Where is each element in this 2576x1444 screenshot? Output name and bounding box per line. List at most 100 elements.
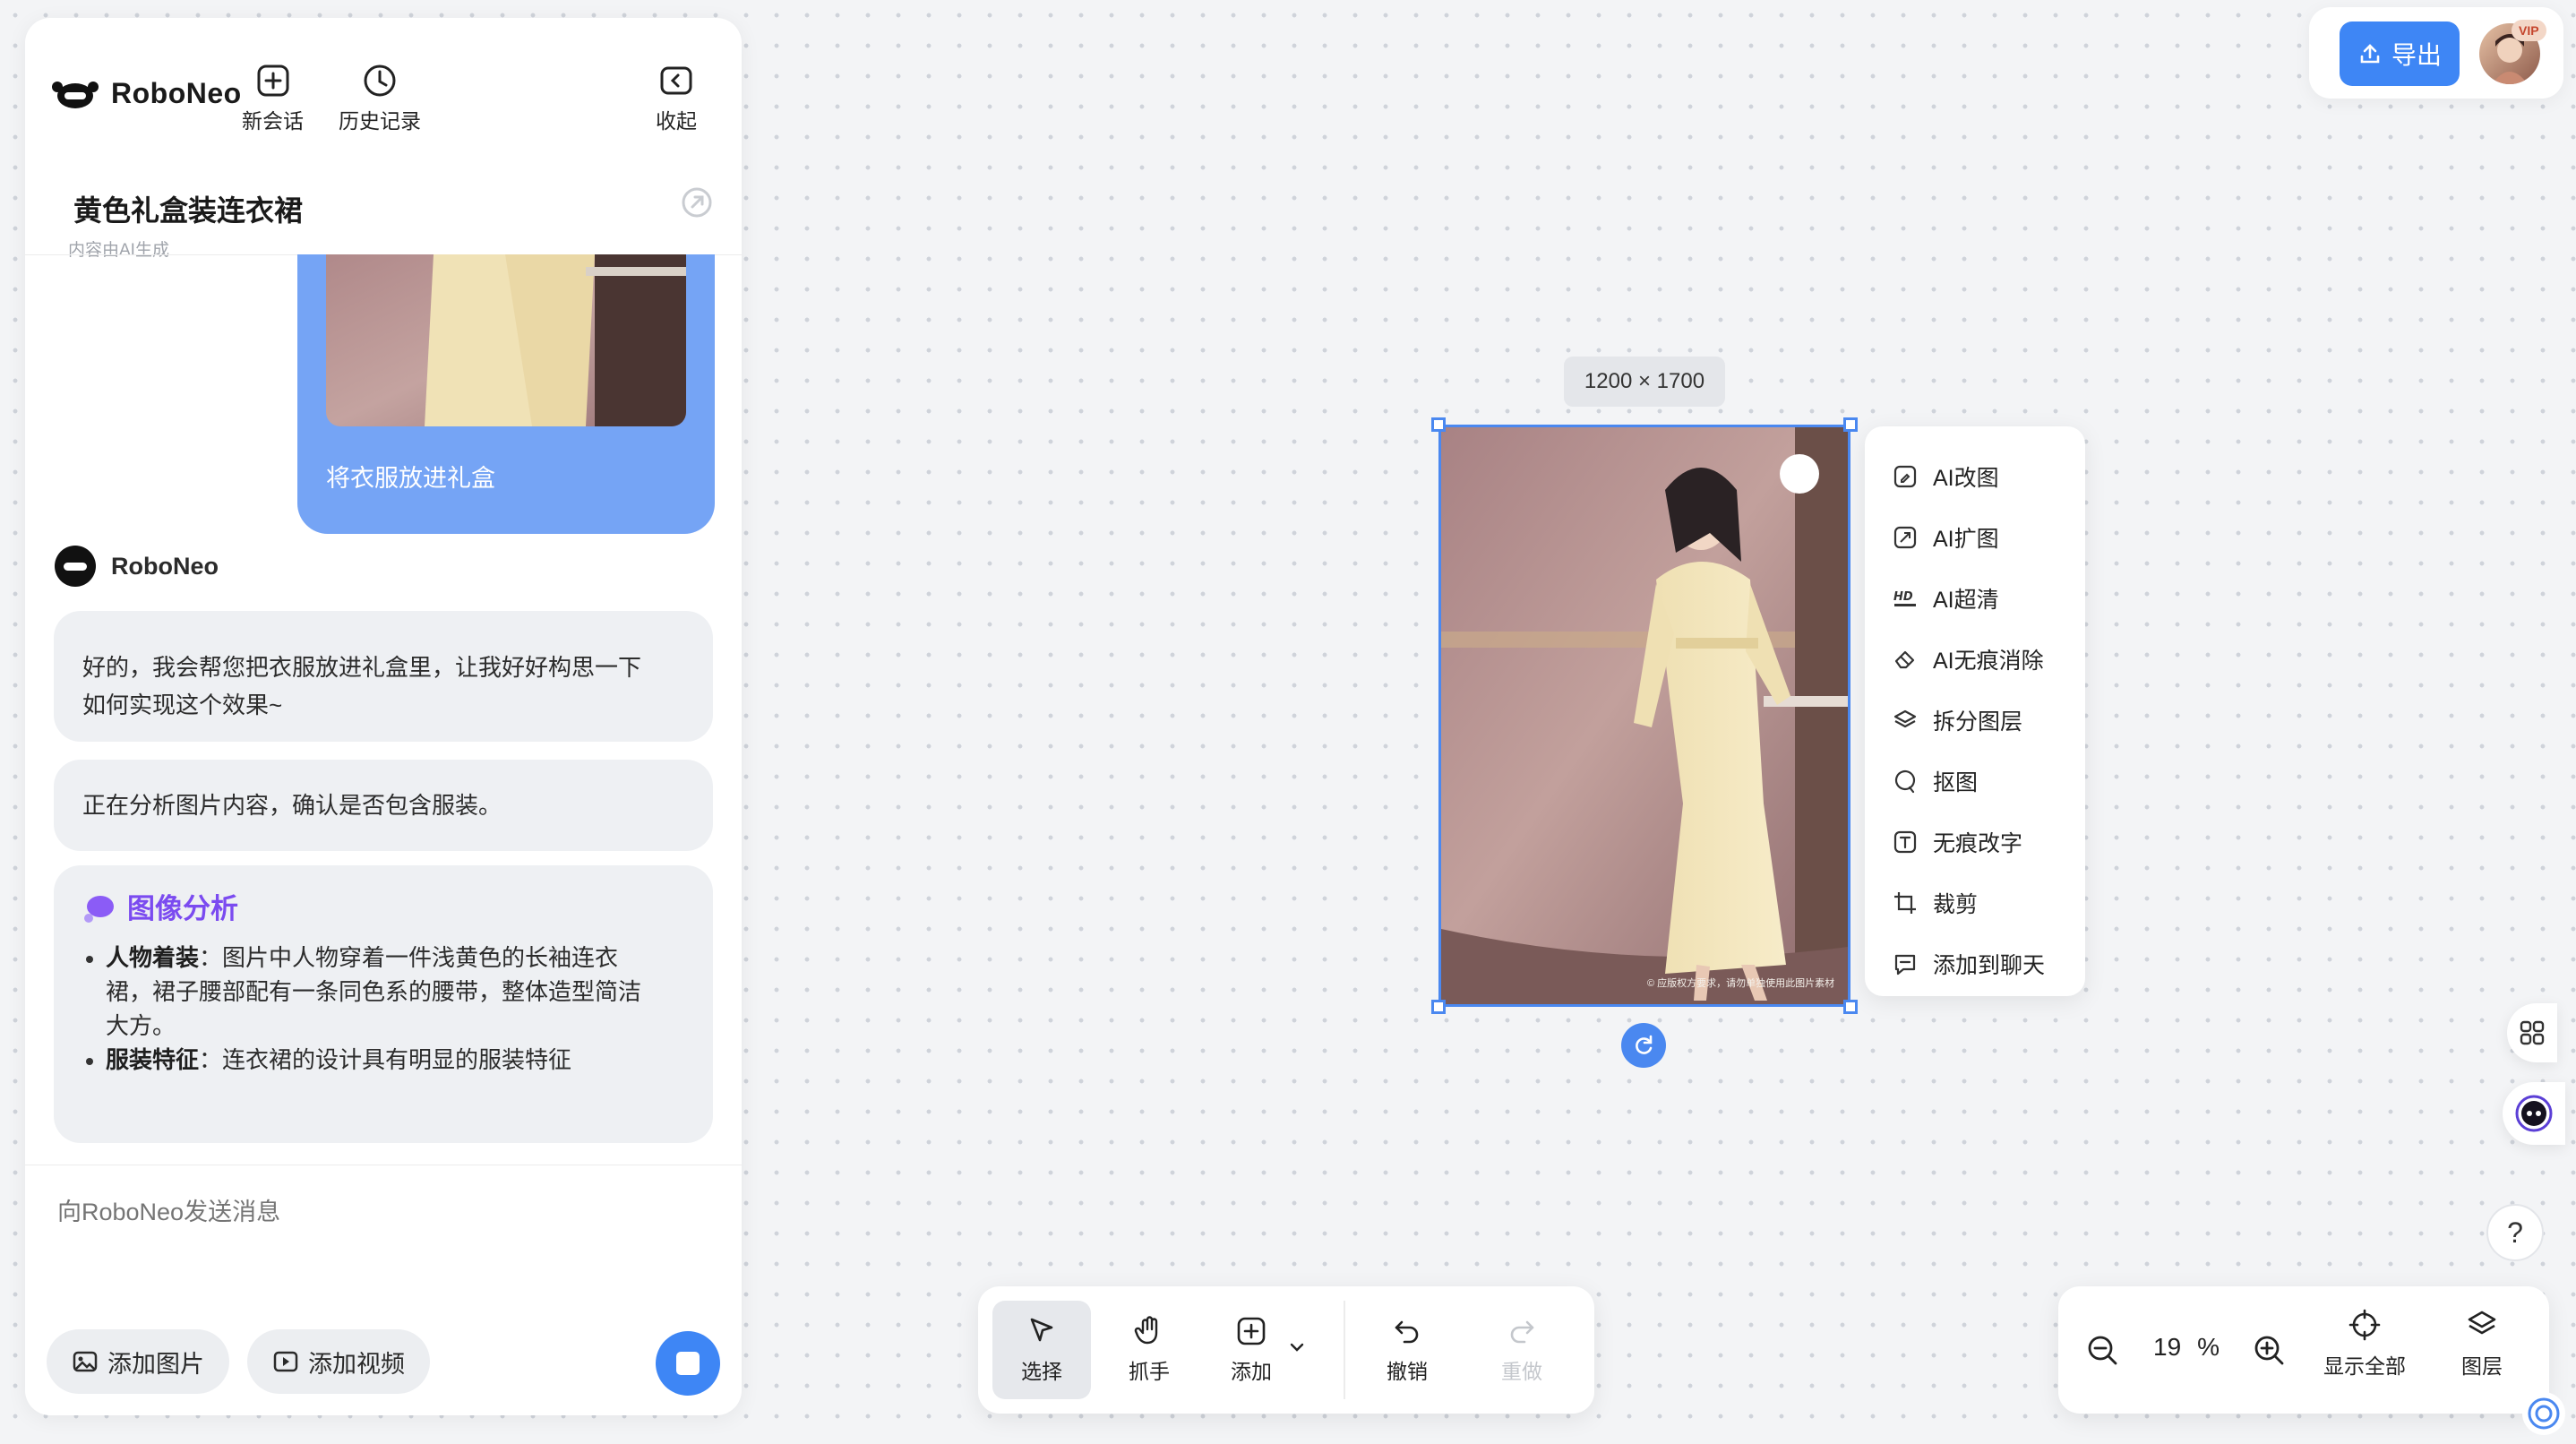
menu-item-add-to-chat[interactable]: 添加到聊天 <box>1865 933 2085 994</box>
bot-header: RoboNeo <box>54 545 219 588</box>
export-button[interactable]: 导出 <box>2340 21 2460 86</box>
chat-bubble-icon <box>84 896 114 923</box>
item-sep: ： <box>199 944 223 971</box>
resize-handle-tr[interactable] <box>1843 417 1858 432</box>
menu-item-text-edit[interactable]: 无痕改字 <box>1865 812 2085 872</box>
zoom-in-button[interactable] <box>2252 1333 2288 1369</box>
layers-icon <box>2468 1311 2496 1335</box>
item-label: 服装特征 <box>106 1046 200 1073</box>
image-dimensions-label: 1200 × 1700 <box>1564 357 1725 407</box>
menu-item-ai-upscale[interactable]: HD AI超清 <box>1865 568 2085 629</box>
add-dropdown-button[interactable] <box>1288 1338 1306 1356</box>
zoom-out-button[interactable] <box>2085 1333 2121 1369</box>
clock-icon <box>364 64 396 97</box>
hand-icon <box>1134 1316 1158 1345</box>
assistant-button[interactable] <box>2503 1082 2565 1145</box>
layers-label: 图层 <box>2461 1354 2503 1378</box>
menu-item-label: AI超清 <box>1933 588 1999 613</box>
layers-split-icon <box>1893 709 1917 728</box>
item-text: 连衣裙的设计具有明显的服装特征 <box>222 1046 572 1073</box>
layers-button[interactable]: 图层 <box>2461 1308 2503 1380</box>
list-item: 人物着装：图片中人物穿着一件浅黄色的长袖连衣 裙，裙子腰部配有一条同色系的腰带，… <box>82 941 684 1043</box>
select-tool[interactable]: 选择 <box>992 1301 1091 1399</box>
user-message: 将衣服放进礼盒 <box>297 254 715 534</box>
zoom-out-icon <box>2088 1336 2117 1365</box>
rotate-button[interactable] <box>1621 1023 1666 1068</box>
brand-name: RoboNeo <box>111 77 242 109</box>
zoom-value: 19 <box>2153 1333 2182 1361</box>
bot-name: RoboNeo <box>111 552 219 580</box>
bot-message-line: 好的，我会帮您把衣服放进礼盒里，让我好好构思一下 <box>82 654 642 681</box>
add-tool[interactable]: 添加 <box>1202 1301 1301 1399</box>
upload-icon <box>2360 44 2380 64</box>
redo-label: 重做 <box>1501 1360 1542 1383</box>
share-button[interactable] <box>679 185 715 220</box>
collapse-icon <box>660 66 692 95</box>
ai-edit-icon <box>1893 465 1917 488</box>
menu-item-cutout[interactable]: 抠图 <box>1865 751 2085 812</box>
history-button[interactable]: 历史记录 <box>339 63 421 134</box>
zoom-unit: % <box>2197 1333 2220 1361</box>
resize-handle-tl[interactable] <box>1431 417 1446 432</box>
fit-screen-icon <box>2348 1309 2381 1341</box>
item-text: 大方。 <box>106 1012 176 1039</box>
message-input[interactable] <box>57 1199 684 1226</box>
fit-all-button[interactable]: 显示全部 <box>2323 1308 2406 1380</box>
undo-label: 撤销 <box>1387 1360 1428 1383</box>
collapse-button[interactable]: 收起 <box>656 63 697 134</box>
add-video-button[interactable]: 添加视频 <box>247 1329 430 1394</box>
menu-item-label: AI无痕消除 <box>1933 649 2044 674</box>
menu-item-label: AI扩图 <box>1933 527 1999 552</box>
stop-button[interactable] <box>656 1331 720 1396</box>
help-button[interactable]: ? <box>2486 1204 2544 1261</box>
canvas-toolbar: 选择 抓手 添加 撤销 重做 <box>978 1286 1594 1414</box>
toolbar-divider <box>1344 1301 1345 1399</box>
menu-item-label: 添加到聊天 <box>1933 953 2046 978</box>
analysis-list: 人物着装：图片中人物穿着一件浅黄色的长袖连衣 裙，裙子腰部配有一条同色系的腰带，… <box>82 941 684 1077</box>
ai-generated-note: 内容由AI生成 <box>68 241 169 260</box>
menu-item-ai-edit[interactable]: AI改图 <box>1865 446 2085 507</box>
crop-icon <box>1894 892 1916 914</box>
redo-icon <box>1510 1320 1534 1344</box>
menu-item-ai-expand[interactable]: AI扩图 <box>1865 507 2085 568</box>
redo-button[interactable]: 重做 <box>1473 1301 1571 1399</box>
item-text: 裙，裙子腰部配有一条同色系的腰带，整体造型简洁 <box>106 978 642 1005</box>
plus-square-icon <box>257 64 288 97</box>
menu-item-ai-erase[interactable]: AI无痕消除 <box>1865 629 2085 690</box>
video-icon <box>273 1351 298 1372</box>
menu-item-label: 抠图 <box>1933 770 1979 795</box>
hand-tool[interactable]: 抓手 <box>1100 1301 1198 1399</box>
undo-button[interactable]: 撤销 <box>1358 1301 1456 1399</box>
chevron-down-icon <box>1290 1343 1304 1352</box>
grid-icon <box>2520 1020 2545 1045</box>
robot-face-icon <box>2515 1095 2553 1132</box>
menu-item-split-layers[interactable]: 拆分图层 <box>1865 690 2085 751</box>
corner-assist-button[interactable] <box>2522 1392 2565 1435</box>
new-chat-label: 新会话 <box>242 109 304 133</box>
undo-icon <box>1395 1320 1419 1344</box>
apps-button[interactable] <box>2507 1003 2557 1062</box>
menu-item-crop[interactable]: 裁剪 <box>1865 872 2085 933</box>
select-label: 选择 <box>1021 1360 1062 1383</box>
bot-message: 正在分析图片内容，确认是否包含服装。 <box>54 760 713 851</box>
rotate-icon <box>1636 1035 1653 1054</box>
bot-message: 好的，我会帮您把衣服放进礼盒里，让我好好构思一下 如何实现这个效果~ <box>54 611 713 742</box>
menu-item-label: 无痕改字 <box>1933 831 2023 856</box>
bot-message-text: 正在分析图片内容，确认是否包含服装。 <box>82 792 502 819</box>
canvas-image[interactable]: © 应版权方要求，请勿单独使用此图片素材 <box>1438 425 1850 1007</box>
plus-square-icon <box>1237 1317 1266 1345</box>
new-chat-button[interactable]: 新会话 <box>242 63 304 134</box>
image-watermark: © 应版权方要求，请勿单独使用此图片素材 <box>1647 978 1835 989</box>
resize-handle-br[interactable] <box>1843 1000 1858 1014</box>
svg-text:HD: HD <box>1893 590 1913 604</box>
collapse-label: 收起 <box>656 109 697 133</box>
user-attached-image[interactable] <box>326 254 686 426</box>
image-icon <box>73 1351 98 1372</box>
hand-label: 抓手 <box>1129 1360 1170 1383</box>
resize-handle-bl[interactable] <box>1431 1000 1446 1014</box>
zoom-level[interactable]: 19 % <box>2153 1333 2220 1362</box>
chat-panel: RoboNeo 新会话 历史记录 收起 黄色礼盒装连衣裙 内容由AI生成 将衣服… <box>25 18 742 1415</box>
add-image-button[interactable]: 添加图片 <box>47 1329 229 1394</box>
item-text: 图片中人物穿着一件浅黄色的长袖连衣 <box>222 944 619 971</box>
item-label: 人物着装 <box>106 944 200 971</box>
